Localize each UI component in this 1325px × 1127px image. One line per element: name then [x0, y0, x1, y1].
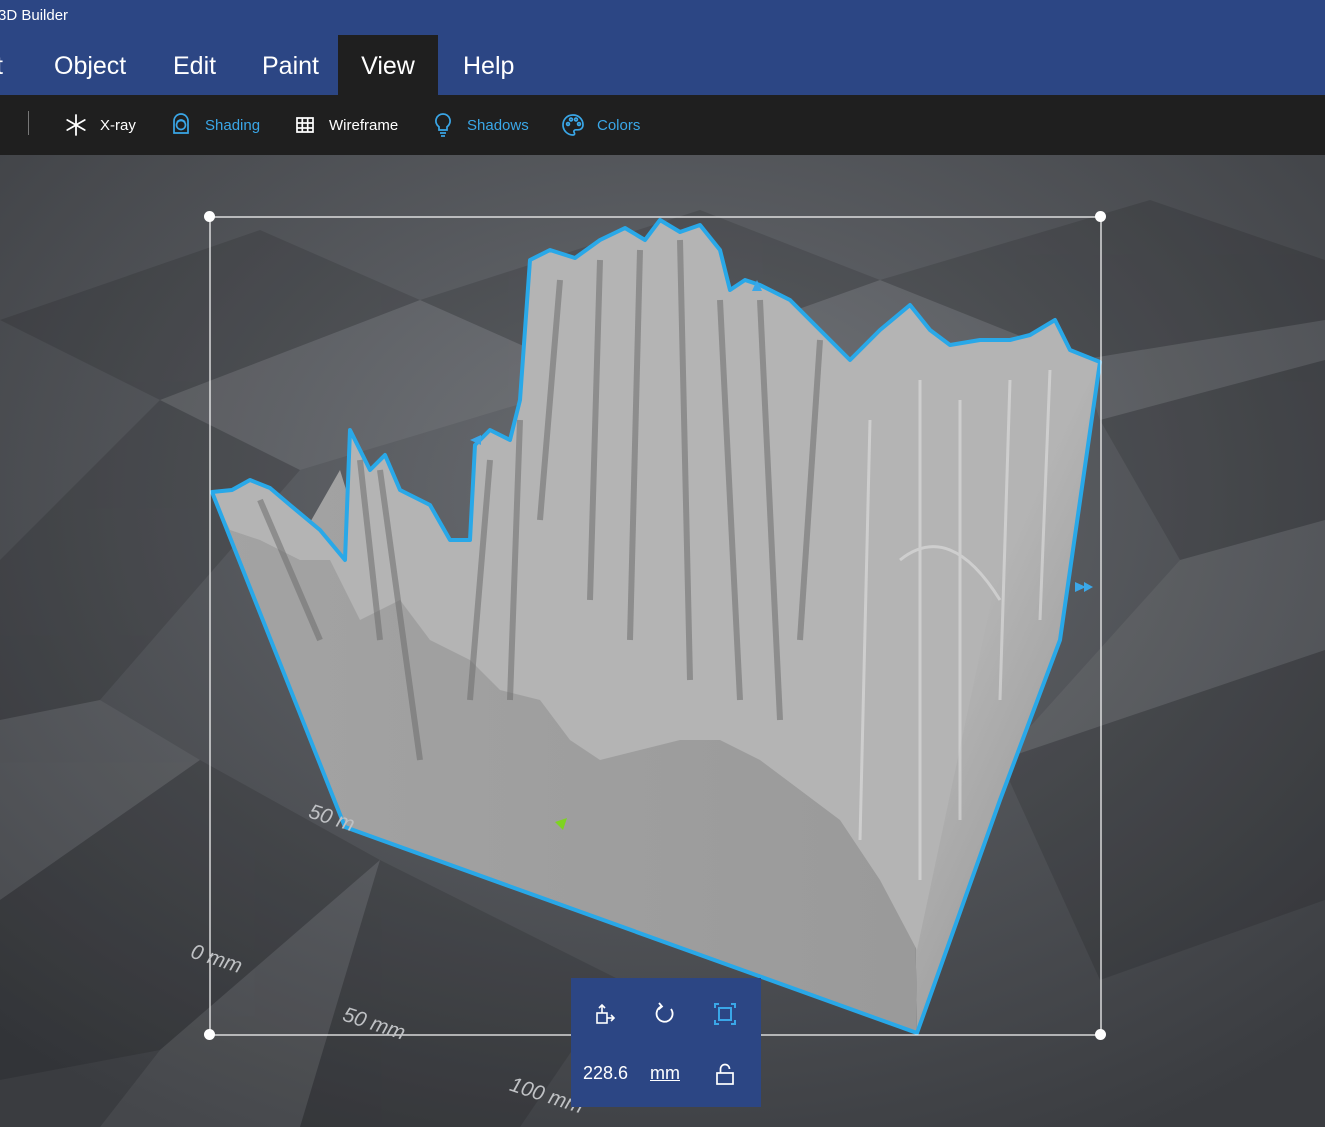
resize-handle-bottom-left[interactable] [204, 1029, 215, 1040]
app-title: 3D Builder [0, 7, 69, 24]
rotate-button[interactable] [645, 994, 685, 1034]
menu-item-import[interactable]: t [0, 35, 3, 95]
size-value[interactable]: 228.6 [583, 1063, 628, 1084]
move-icon [596, 1003, 616, 1024]
xray-button[interactable]: X-ray [64, 95, 136, 155]
menu-item-help[interactable]: Help [463, 35, 514, 95]
resize-handle-top-right[interactable] [1095, 211, 1106, 222]
wireframe-button[interactable]: Wireframe [293, 95, 398, 155]
colors-label: Colors [597, 116, 641, 134]
title-bar: 3D Builder [0, 0, 1325, 35]
shading-label: Shading [205, 116, 261, 134]
palette-icon [562, 114, 584, 136]
lock-icon [716, 1063, 734, 1085]
shadows-label: Shadows [467, 116, 529, 134]
menu-item-view[interactable]: View [338, 35, 438, 95]
menu-bar: t Object Edit Paint View Help [0, 35, 1325, 95]
wireframe-icon [296, 117, 314, 133]
xray-label: X-ray [100, 116, 136, 134]
asterisk-icon [66, 114, 86, 136]
wireframe-label: Wireframe [329, 116, 399, 134]
menu-item-edit[interactable]: Edit [173, 35, 216, 95]
shading-icon [173, 113, 189, 134]
transform-panel: 228.6 mm [571, 978, 761, 1107]
move-button[interactable] [585, 994, 625, 1034]
unit-selector[interactable]: mm [650, 1063, 680, 1084]
menu-item-paint[interactable]: Paint [262, 35, 319, 95]
scale-button[interactable] [705, 994, 745, 1034]
menu-item-object[interactable]: Object [54, 35, 126, 95]
shading-button[interactable]: Shading [169, 95, 260, 155]
resize-handle-bottom-right[interactable] [1095, 1029, 1106, 1040]
scale-icon [714, 1003, 736, 1025]
view-toolbar: X-ray Shading Wireframe Shadows Colors [0, 95, 1325, 155]
colors-button[interactable]: Colors [561, 95, 640, 155]
lock-button[interactable] [705, 1054, 745, 1094]
resize-handle-top-left[interactable] [204, 211, 215, 222]
lightbulb-icon [435, 113, 451, 137]
toolbar-separator [28, 111, 29, 135]
shadows-button[interactable]: Shadows [431, 95, 529, 155]
rotate-icon [655, 1002, 674, 1023]
